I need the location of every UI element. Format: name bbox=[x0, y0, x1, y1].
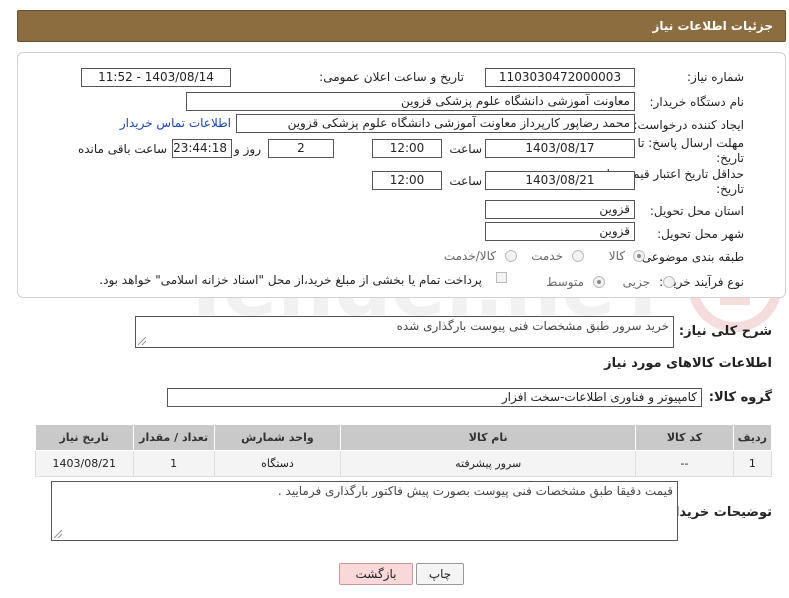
city-label: شهر محل تحویل: bbox=[657, 227, 744, 241]
city-field: قزوین bbox=[485, 222, 635, 241]
need-number-field: 1103030472000003 bbox=[485, 68, 635, 87]
province-label: استان محل تحویل: bbox=[649, 204, 744, 218]
announce-datetime-label: تاریخ و ساعت اعلان عمومی: bbox=[319, 70, 464, 84]
category-service-label: خدمت bbox=[531, 249, 563, 263]
category-goods-service-radio[interactable] bbox=[505, 250, 517, 262]
goods-table: ردیف کد کالا نام کالا واحد شمارش تعداد /… bbox=[35, 424, 773, 477]
requester-field: محمد رضاپور کارپرداز معاونت آموزشی دانشگ… bbox=[236, 114, 635, 133]
page-header: جزئیات اطلاعات نیاز bbox=[17, 10, 786, 42]
goods-group-label: گروه کالا: bbox=[708, 390, 772, 405]
cell-row: 1 bbox=[732, 450, 773, 477]
buyer-org-field: معاونت آموزشی دانشگاه علوم پزشکی قزوین bbox=[186, 92, 635, 111]
cell-code: -- bbox=[635, 450, 734, 477]
print-button[interactable]: چاپ bbox=[416, 563, 464, 585]
goods-group-field: کامپیوتر و فناوری اطلاعات-سخت افزار bbox=[167, 388, 702, 407]
col-unit: واحد شمارش bbox=[213, 424, 342, 451]
goods-table-header: ردیف کد کالا نام کالا واحد شمارش تعداد /… bbox=[35, 424, 773, 451]
days-label: روز و bbox=[234, 142, 261, 156]
summary-textarea[interactable]: خرید سرور طبق مشخصات فنی پیوست بارگذاری … bbox=[135, 316, 674, 348]
validity-time-field: 12:00 bbox=[372, 171, 442, 190]
col-name: نام کالا bbox=[340, 424, 637, 451]
process-minor-label: جزیی bbox=[622, 275, 650, 289]
announce-datetime-field: 1403/08/14 - 11:52 bbox=[81, 68, 231, 87]
category-label: طبقه بندی موضوعی: bbox=[637, 250, 744, 264]
validity-date-field: 1403/08/21 bbox=[485, 171, 635, 190]
back-button[interactable]: بازگشت bbox=[339, 563, 413, 585]
validity-time-label: ساعت bbox=[449, 174, 482, 188]
requester-label: ایجاد کننده درخواست: bbox=[633, 118, 744, 132]
buyer-org-label: نام دستگاه خریدار: bbox=[649, 95, 745, 109]
deadline-time-field: 12:00 bbox=[372, 139, 442, 158]
deadline-time-label: ساعت bbox=[449, 142, 482, 156]
col-quantity: تعداد / مقدار bbox=[132, 424, 215, 451]
cell-need-date: 1403/08/21 bbox=[35, 450, 134, 477]
remaining-days-field: 2 bbox=[268, 139, 334, 158]
treasury-payment-note: پرداخت تمام یا بخشی از مبلغ خرید،از محل … bbox=[99, 273, 482, 287]
category-goods-service-label: کالا/خدمت bbox=[443, 249, 496, 263]
buyer-notes-textarea[interactable]: قیمت دقیقا طبق مشخصات فنی پیوست بصورت پی… bbox=[51, 481, 678, 541]
deadline-date-field: 1403/08/17 bbox=[485, 139, 635, 158]
buyer-notes-label: توضیحات خریدار: bbox=[662, 505, 772, 520]
process-medium-radio[interactable] bbox=[593, 276, 605, 288]
treasury-payment-checkbox[interactable] bbox=[496, 272, 507, 283]
buyer-contact-link[interactable]: اطلاعات تماس خریدار bbox=[120, 116, 231, 130]
remaining-time-label: ساعت باقی مانده bbox=[77, 142, 167, 156]
validity-date-label: تاریخ: bbox=[716, 182, 744, 196]
category-service-radio[interactable] bbox=[572, 250, 584, 262]
col-code: کد کالا bbox=[635, 424, 734, 451]
summary-label: شرح کلی نیاز: bbox=[678, 324, 772, 339]
cell-unit: دستگاه bbox=[213, 450, 342, 477]
page-title: جزئیات اطلاعات نیاز bbox=[652, 19, 773, 33]
resize-handle-icon[interactable] bbox=[54, 530, 62, 538]
resize-handle-icon[interactable] bbox=[138, 337, 146, 345]
process-medium-label: متوسط bbox=[546, 275, 584, 289]
table-row: 1 -- سرور پیشرفته دستگاه 1 1403/08/21 bbox=[35, 450, 773, 477]
col-need-date: تاریخ نیاز bbox=[35, 424, 134, 451]
deadline-label: مهلت ارسال پاسخ: تا bbox=[637, 136, 744, 150]
deadline-date-label: تاریخ: bbox=[716, 151, 744, 165]
col-row: ردیف bbox=[732, 424, 773, 451]
province-field: قزوین bbox=[485, 200, 635, 219]
category-goods-label: کالا bbox=[608, 249, 625, 263]
goods-section-title: اطلاعات کالاهای مورد نیاز bbox=[604, 356, 772, 371]
remaining-time-field: 23:44:18 bbox=[172, 139, 232, 158]
cell-name: سرور پیشرفته bbox=[340, 450, 637, 477]
process-minor-radio[interactable] bbox=[663, 276, 675, 288]
buyer-notes-text: قیمت دقیقا طبق مشخصات فنی پیوست بصورت پی… bbox=[277, 484, 673, 498]
summary-text: خرید سرور طبق مشخصات فنی پیوست بارگذاری … bbox=[396, 319, 669, 333]
need-number-label: شماره نیاز: bbox=[687, 70, 744, 84]
category-goods-radio[interactable] bbox=[633, 250, 645, 262]
cell-quantity: 1 bbox=[132, 450, 215, 477]
